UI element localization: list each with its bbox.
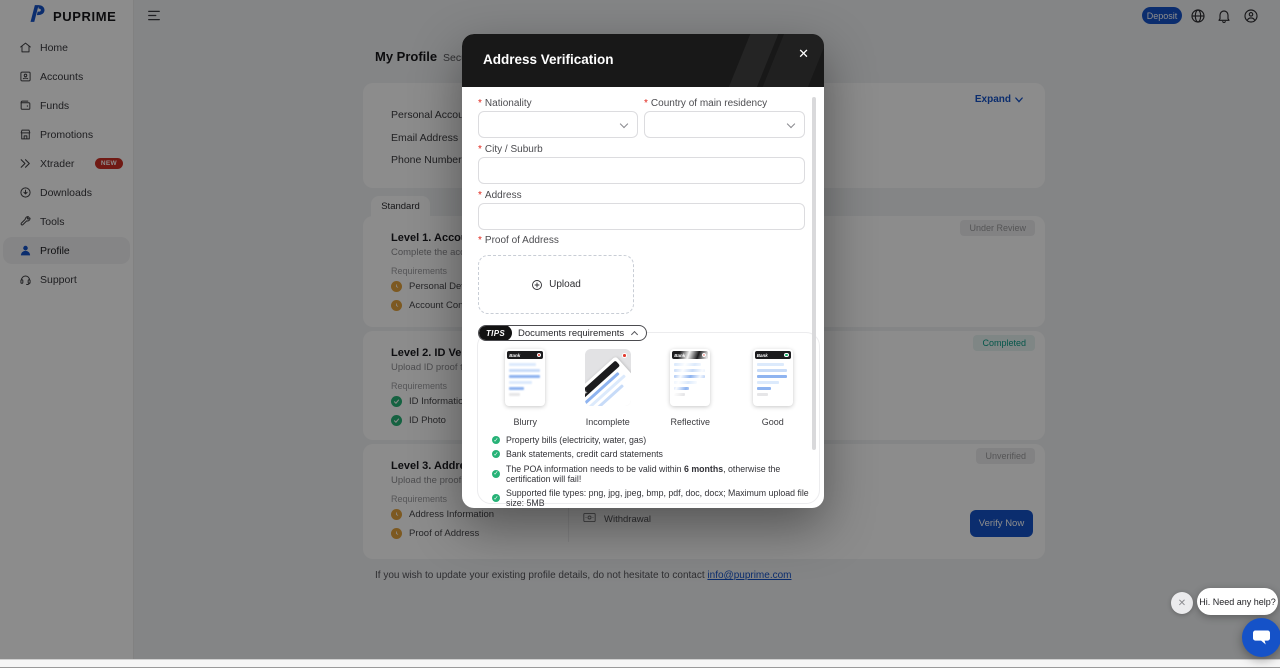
- nationality-label: *Nationality: [478, 98, 532, 109]
- upload-plus-icon: [531, 279, 543, 291]
- blurry-doc-illustration: Bank: [505, 349, 545, 406]
- city-label: *City / Suburb: [478, 144, 543, 155]
- modal-title: Address Verification: [483, 52, 614, 67]
- close-icon[interactable]: ✕: [798, 47, 809, 60]
- close-icon: ✕: [1178, 598, 1186, 609]
- chat-bubble-icon: [1252, 629, 1271, 646]
- app-window: PUPRIME Home Accounts Funds Promotions X…: [0, 0, 1280, 668]
- document-examples: Bank Bank Bank: [484, 349, 814, 406]
- bullet-item: ✓ Bank statements, credit card statement…: [492, 449, 819, 459]
- tips-title: Documents requirements: [512, 328, 631, 339]
- bullet-item: ✓ The POA information needs to be valid …: [492, 464, 819, 484]
- chat-greeting-text: Hi. Need any help?: [1199, 597, 1276, 607]
- reflective-doc-illustration: Bank: [670, 349, 710, 406]
- chat-dismiss-button[interactable]: ✕: [1171, 592, 1193, 614]
- approved-dot-icon: [784, 353, 789, 358]
- modal-header: Address Verification ✕: [462, 34, 824, 87]
- required-asterisk: *: [644, 98, 648, 109]
- example-caption: Reflective: [649, 417, 732, 427]
- city-input[interactable]: [478, 157, 805, 184]
- required-asterisk: *: [478, 144, 482, 155]
- country-label: *Country of main residency: [644, 98, 767, 109]
- example-caption: Good: [732, 417, 815, 427]
- document-requirements-panel: Bank Bank Bank: [477, 332, 820, 504]
- chevron-down-icon: [620, 120, 628, 128]
- tips-collapse-toggle[interactable]: TIPS Documents requirements: [478, 325, 647, 341]
- doc-header-label: Bank: [509, 353, 520, 358]
- address-verification-modal: Address Verification ✕ *Nationality *Cou…: [462, 34, 824, 508]
- good-doc-illustration: Bank: [753, 349, 793, 406]
- example-caption: Blurry: [484, 417, 567, 427]
- example-caption: Incomplete: [567, 417, 650, 427]
- rejected-dot-icon: [622, 353, 627, 358]
- required-asterisk: *: [478, 190, 482, 201]
- bullet-item: ✓ Supported file types: png, jpg, jpeg, …: [492, 488, 819, 508]
- chat-greeting-bubble[interactable]: Hi. Need any help?: [1197, 588, 1278, 615]
- required-asterisk: *: [478, 235, 482, 246]
- example-reflective: Bank: [649, 349, 732, 406]
- modal-scrollbar-thumb[interactable]: [812, 97, 816, 450]
- rejected-dot-icon: [537, 353, 542, 358]
- bullet-item: ✓ Property bills (electricity, water, ga…: [492, 435, 819, 445]
- country-select[interactable]: [644, 111, 805, 138]
- check-icon: ✓: [492, 470, 500, 478]
- required-asterisk: *: [478, 98, 482, 109]
- horizontal-scrollbar[interactable]: [0, 659, 1280, 668]
- example-incomplete: Bank: [567, 349, 650, 406]
- example-good: Bank: [732, 349, 815, 406]
- check-icon: ✓: [492, 494, 500, 502]
- chat-launcher-button[interactable]: [1242, 618, 1280, 657]
- check-icon: ✓: [492, 450, 500, 458]
- incomplete-doc-illustration: Bank: [585, 349, 631, 406]
- chevron-up-icon: [631, 330, 638, 337]
- example-blurry: Bank: [484, 349, 567, 406]
- requirements-bullet-list: ✓ Property bills (electricity, water, ga…: [492, 435, 819, 508]
- tips-badge: TIPS: [479, 325, 512, 341]
- example-captions: Blurry Incomplete Reflective Good: [484, 417, 814, 427]
- upload-label: Upload: [549, 279, 581, 290]
- address-input[interactable]: [478, 203, 805, 230]
- chevron-down-icon: [787, 120, 795, 128]
- proof-of-address-label: *Proof of Address: [478, 235, 559, 246]
- check-icon: ✓: [492, 436, 500, 444]
- address-label: *Address: [478, 190, 522, 201]
- nationality-select[interactable]: [478, 111, 638, 138]
- doc-header-label: Bank: [757, 353, 768, 358]
- upload-dropzone[interactable]: Upload: [478, 255, 634, 314]
